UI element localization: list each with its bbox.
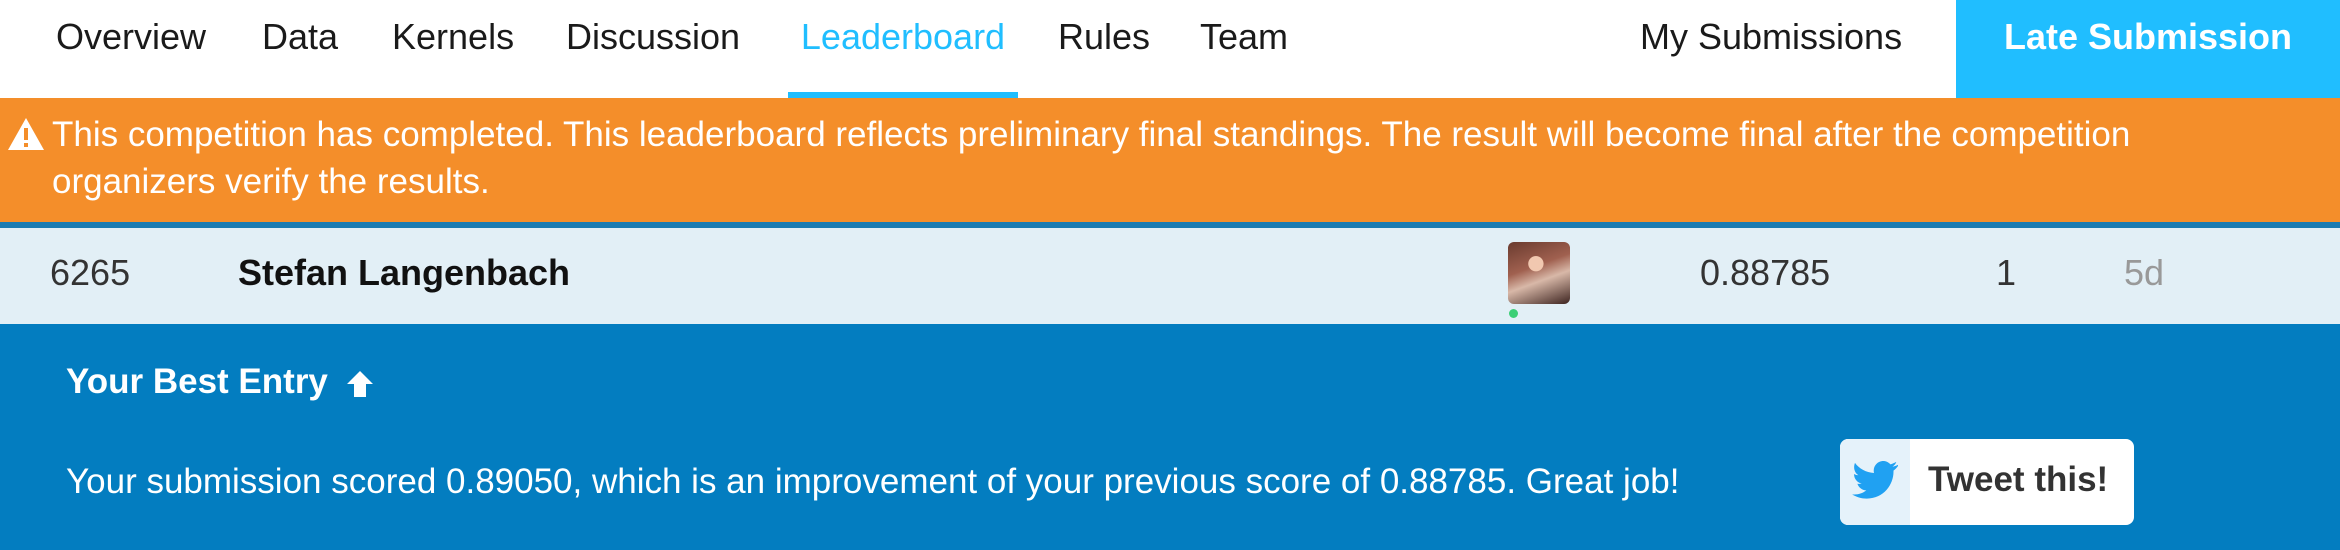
my-submissions-link[interactable]: My Submissions (1640, 0, 1902, 98)
tweet-button-label: Tweet this! (1928, 460, 2109, 499)
last-submission-age: 5d (2124, 252, 2165, 293)
best-entry-panel: Your Best Entry Your submission scored 0… (0, 324, 2340, 550)
leaderboard-row-current-user[interactable]: 6265 Stefan Langenbach 0.88785 1 5d (0, 228, 2340, 324)
tab-discussion[interactable]: Discussion (566, 0, 740, 98)
warning-icon (8, 118, 44, 150)
twitter-icon-container (1840, 439, 1910, 525)
twitter-icon (1852, 461, 1898, 499)
competition-nav: Overview Data Kernels Discussion Leaderb… (0, 0, 2340, 98)
best-entry-title: Your Best Entry (66, 362, 328, 401)
tab-kernels[interactable]: Kernels (392, 0, 514, 98)
user-avatar[interactable] (1508, 242, 1570, 304)
entries-count: 1 (1996, 252, 2017, 293)
tab-rules[interactable]: Rules (1058, 0, 1150, 98)
score-value: 0.88785 (1700, 252, 1831, 293)
banner-message: This competition has completed. This lea… (52, 115, 2131, 201)
tweet-button[interactable]: Tweet this! (1840, 439, 2134, 525)
online-status-dot (1509, 309, 1518, 318)
tab-data[interactable]: Data (262, 0, 338, 98)
team-name[interactable]: Stefan Langenbach (238, 252, 570, 294)
tab-team[interactable]: Team (1200, 0, 1288, 98)
best-entry-message: Your submission scored 0.89050, which is… (66, 462, 1680, 501)
late-submission-button[interactable]: Late Submission (1956, 0, 2340, 98)
tab-leaderboard[interactable]: Leaderboard (788, 0, 1018, 98)
tab-overview[interactable]: Overview (56, 0, 206, 98)
arrow-up-icon (346, 370, 373, 397)
rank-value: 6265 (50, 252, 131, 293)
competition-completed-banner: This competition has completed. This lea… (0, 98, 2340, 222)
best-entry-heading: Your Best Entry (66, 362, 376, 402)
